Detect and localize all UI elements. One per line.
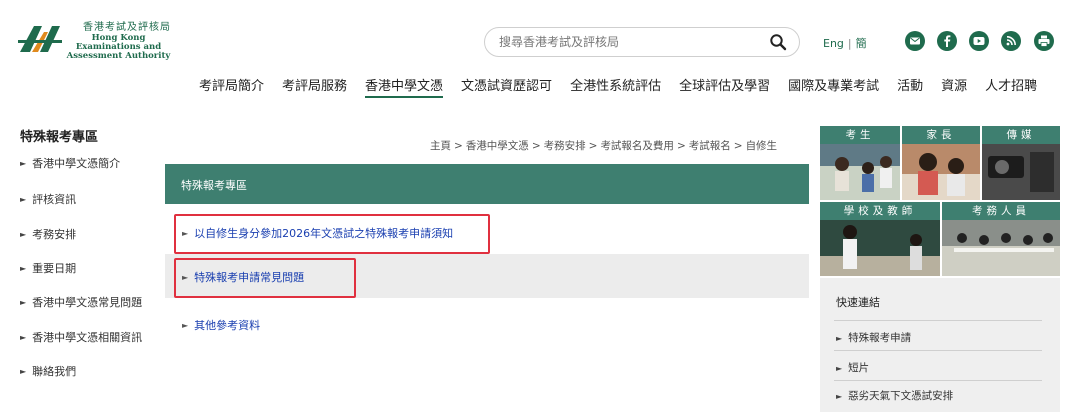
- logo-english-line-3: Assessment Authority: [66, 51, 171, 61]
- sidebar-item-contact-us[interactable]: ► 聯絡我們: [20, 363, 76, 379]
- search-input[interactable]: [499, 33, 749, 51]
- nav-dse-recognition[interactable]: 文憑試資歷認可: [461, 78, 552, 98]
- sidebar-item-label: 香港中學文憑簡介: [32, 157, 121, 170]
- nav-hkeaa-services[interactable]: 考評局服務: [282, 78, 347, 98]
- hkeaa-logo[interactable]: 香港考試及評核局 Hong Kong Examinations and Asse…: [18, 20, 171, 62]
- highlight-box: [174, 214, 490, 254]
- triangle-right-icon: ►: [20, 367, 27, 376]
- nav-tsa[interactable]: 全港性系統評估: [570, 78, 661, 98]
- sidebar-item-important-dates[interactable]: ► 重要日期: [20, 260, 76, 276]
- sidebar-item-dse-related-info[interactable]: ► 香港中學文憑相關資訊: [20, 329, 142, 345]
- breadcrumb-registration-fees[interactable]: 考試報名及費用: [600, 140, 674, 152]
- nav-international-exams[interactable]: 國際及專業考試: [788, 78, 879, 98]
- sidebar-item-dse-intro[interactable]: ► 香港中學文憑簡介: [20, 155, 120, 171]
- section-title: 特殊報考專區: [181, 179, 247, 192]
- triangle-right-icon: ►: [836, 392, 843, 401]
- search-icon[interactable]: [769, 33, 787, 51]
- main-navigation: 考評局簡介 考評局服務 香港中學文憑 文憑試資歷認可 全港性系統評估 全球評估及…: [199, 78, 1055, 98]
- email-icon[interactable]: [905, 31, 925, 51]
- nav-about-hkeaa[interactable]: 考評局簡介: [199, 78, 264, 98]
- sidebar-item-assessment-info[interactable]: ► 評核資訊: [20, 191, 76, 207]
- youtube-icon[interactable]: [969, 31, 989, 51]
- sidebar-item-label: 重要日期: [32, 262, 77, 275]
- lang-english-link[interactable]: Eng: [823, 37, 844, 50]
- tile-schools-teachers[interactable]: 學校及教師: [820, 202, 940, 276]
- left-sidebar: 特殊報考專區: [20, 126, 160, 153]
- nav-hkdse[interactable]: 香港中學文憑: [365, 78, 444, 98]
- sidebar-item-label: 聯絡我們: [32, 365, 77, 378]
- sidebar-item-label: 香港中學文憑相關資訊: [32, 331, 143, 344]
- lang-simplified-link[interactable]: 簡: [856, 37, 867, 50]
- divider: [834, 380, 1042, 381]
- tile-label: 考務人員: [942, 202, 1060, 220]
- rss-icon[interactable]: [1001, 31, 1021, 51]
- triangle-right-icon: ►: [836, 334, 843, 343]
- tile-candidates[interactable]: 考生: [820, 126, 900, 200]
- sidebar-item-exam-arrangements[interactable]: ► 考務安排: [20, 226, 76, 242]
- quick-links-panel: 快速連結 ► 特殊報考申請 ► 短片 ► 惡劣天氣下文憑試安排: [820, 278, 1060, 412]
- quick-link-label: 特殊報考申請: [848, 332, 912, 344]
- sidebar-item-label: 評核資訊: [32, 193, 77, 206]
- triangle-right-icon: ►: [836, 364, 843, 373]
- triangle-right-icon: ►: [20, 159, 27, 168]
- breadcrumb-private-candidates: 自修生: [745, 140, 778, 152]
- triangle-right-icon: ►: [20, 333, 27, 342]
- tile-exam-personnel[interactable]: 考務人員: [942, 202, 1060, 276]
- sidebar-title: 特殊報考專區: [20, 130, 99, 145]
- breadcrumb-hkdse[interactable]: 香港中學文憑: [466, 140, 529, 152]
- quick-link-label: 短片: [848, 362, 870, 374]
- tile-label: 傳媒: [982, 126, 1060, 144]
- divider: [834, 350, 1042, 351]
- quick-link-special-application[interactable]: ► 特殊報考申請: [836, 330, 911, 345]
- quick-links-title: 快速連結: [836, 296, 880, 309]
- nav-careers[interactable]: 人才招聘: [985, 78, 1037, 98]
- triangle-right-icon: ►: [182, 321, 189, 330]
- triangle-right-icon: ►: [20, 195, 27, 204]
- logo-wordmark: 香港考試及評核局 Hong Kong Examinations and Asse…: [66, 22, 171, 61]
- tile-label: 考生: [820, 126, 900, 144]
- language-switch: Eng | 簡: [823, 35, 867, 51]
- triangle-right-icon: ►: [20, 230, 27, 239]
- site-search: [484, 27, 800, 57]
- lang-separator: |: [847, 37, 852, 50]
- breadcrumb-exam-arrangements[interactable]: 考務安排: [544, 140, 586, 152]
- nav-global-assessment[interactable]: 全球評估及學習: [679, 78, 770, 98]
- link-other-references[interactable]: ► 其他參考資料: [182, 317, 260, 333]
- sidebar-item-dse-faq[interactable]: ► 香港中學文憑常見問題: [20, 294, 142, 310]
- list-item: ► 其他參考資料: [165, 302, 809, 346]
- nav-resources[interactable]: 資源: [941, 78, 967, 98]
- sidebar-item-label: 考務安排: [32, 228, 77, 241]
- section-header-bar: 特殊報考專區: [165, 164, 809, 204]
- divider: [834, 320, 1042, 321]
- tile-label: 學校及教師: [820, 202, 940, 220]
- quick-link-bad-weather[interactable]: ► 惡劣天氣下文憑試安排: [836, 388, 953, 403]
- breadcrumb-separator: >: [531, 140, 541, 152]
- facebook-icon[interactable]: [937, 31, 957, 51]
- breadcrumb-separator: >: [454, 140, 463, 152]
- sidebar-item-label: 香港中學文憑常見問題: [32, 296, 143, 309]
- breadcrumb-separator: >: [733, 140, 743, 152]
- breadcrumb-home[interactable]: 主頁: [430, 140, 451, 152]
- tile-label: 家長: [902, 126, 980, 144]
- triangle-right-icon: ►: [20, 264, 27, 273]
- quick-link-label: 惡劣天氣下文憑試安排: [848, 390, 954, 402]
- breadcrumb-separator: >: [588, 140, 598, 152]
- breadcrumb-registration[interactable]: 考試報名: [689, 140, 731, 152]
- breadcrumb-separator: >: [676, 140, 686, 152]
- tile-media[interactable]: 傳媒: [982, 126, 1060, 200]
- hkeaa-logo-mark-icon: [18, 26, 62, 52]
- tile-parents[interactable]: 家長: [902, 126, 980, 200]
- print-icon[interactable]: [1034, 31, 1054, 51]
- highlight-box: [174, 258, 356, 298]
- nav-events[interactable]: 活動: [897, 78, 923, 98]
- breadcrumb: 主頁 > 香港中學文憑 > 考務安排 > 考試報名及費用 > 考試報名 > 自修生: [430, 138, 777, 153]
- quick-link-videos[interactable]: ► 短片: [836, 360, 869, 375]
- triangle-right-icon: ►: [20, 298, 27, 307]
- link-label: 其他參考資料: [194, 319, 261, 332]
